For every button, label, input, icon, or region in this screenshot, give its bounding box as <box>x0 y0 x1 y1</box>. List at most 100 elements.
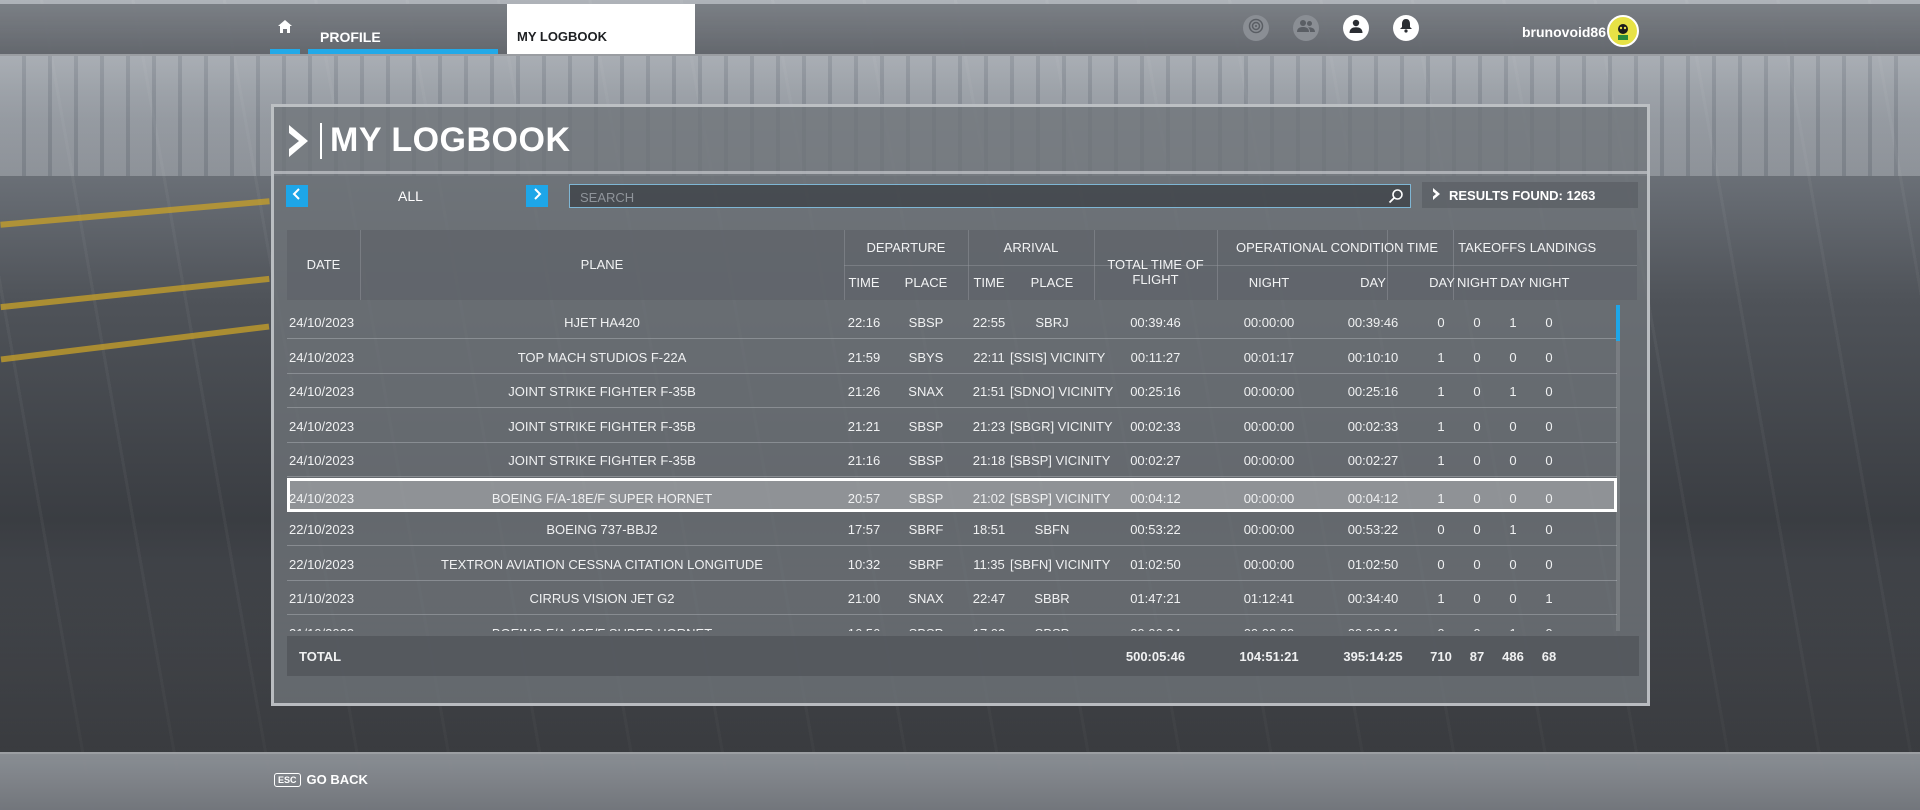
cell-to-day: 1 <box>1437 418 1445 434</box>
tab-profile[interactable]: PROFILE <box>308 4 498 54</box>
col-to-night[interactable]: NIGHT <box>1457 275 1497 290</box>
filter-prev-button[interactable] <box>286 185 308 207</box>
cell-dep-time: 10:32 <box>847 556 881 572</box>
cell-total: 00:11:27 <box>1130 349 1181 365</box>
cell-night: 00:01:17 <box>1243 349 1295 365</box>
cell-arr-place: [SBSP] VICINITY <box>1010 453 1111 468</box>
cell-date: 21/10/2023 <box>289 626 354 632</box>
table-row[interactable]: 22/10/2023 BOEING 737-BBJ2 17:57 SBRF 18:51 S… <box>287 512 1617 546</box>
tab-underline <box>308 49 498 54</box>
col-ld-day[interactable]: DAY <box>1497 275 1529 290</box>
search-input[interactable] <box>580 188 1360 206</box>
col-landings[interactable]: LANDINGS <box>1527 240 1599 255</box>
cell-dep-time: 20:57 <box>847 490 881 506</box>
cell-dep-time: 22:16 <box>847 315 881 330</box>
chevron-right-icon <box>286 122 314 160</box>
table-row[interactable]: 24/10/2023 JOINT STRIKE FIGHTER F-35B 21:2… <box>287 409 1617 443</box>
scrollbar-thumb[interactable] <box>1616 305 1620 341</box>
friends-button[interactable] <box>1293 15 1319 41</box>
cell-date: 24/10/2023 <box>289 315 355 330</box>
col-op-night[interactable]: NIGHT <box>1217 275 1321 290</box>
achievements-button[interactable] <box>1243 15 1269 41</box>
cell-dep-place: SNAX <box>908 384 944 399</box>
cell-day: 00:25:16 <box>1347 384 1399 399</box>
tab-logbook-label: MY LOGBOOK <box>517 29 608 44</box>
table-row[interactable]: 22/10/2023 TEXTRON AVIATION CESSNA CITATI… <box>287 547 1617 581</box>
esc-key-badge: ESC <box>274 772 301 787</box>
cell-plane: HJET HA420 <box>564 315 640 330</box>
footer-bar: ESC GO BACK <box>0 752 1920 810</box>
cell-ld-night: 0 <box>1545 490 1553 506</box>
col-to-day[interactable]: DAY <box>1427 275 1457 290</box>
target-icon <box>1248 18 1264 39</box>
bell-icon <box>1399 18 1413 38</box>
col-departure[interactable]: DEPARTURE <box>844 240 968 255</box>
col-op-condition[interactable]: OPERATIONAL CONDITION TIME <box>1217 240 1457 255</box>
home-button[interactable] <box>270 4 300 54</box>
cell-day: 00:02:33 <box>1347 418 1399 434</box>
cell-day: 00:53:22 <box>1347 522 1399 537</box>
col-total-time[interactable]: TOTAL TIME OF FLIGHT <box>1094 257 1217 287</box>
cell-arr-place: SBRJ <box>1035 315 1069 330</box>
search-icon[interactable] <box>1388 188 1404 209</box>
cell-night: 00:00:00 <box>1243 556 1295 572</box>
cell-plane: JOINT STRIKE FIGHTER F-35B <box>508 384 696 399</box>
col-op-day[interactable]: DAY <box>1321 275 1425 290</box>
col-arr-time[interactable]: TIME <box>968 275 1010 290</box>
cell-arr-place: SBSP <box>1010 626 1094 632</box>
table-row[interactable]: 24/10/2023 TOP MACH STUDIOS F-22A 21:59 SBY… <box>287 340 1617 374</box>
cell-arr-place: SBBR <box>1034 591 1070 606</box>
totals-label: TOTAL <box>299 649 342 664</box>
filter-value: ALL <box>398 188 423 204</box>
table-row[interactable]: 21/10/2023 CIRRUS VISION JET G2 21:00 SNAX 2… <box>287 581 1617 615</box>
notifications-button[interactable] <box>1393 15 1419 41</box>
cell-arr-place: [SBFN] VICINITY <box>1010 556 1111 572</box>
col-arrival[interactable]: ARRIVAL <box>968 240 1094 255</box>
cell-dep-place: SNAX <box>908 591 944 606</box>
table-row[interactable]: 24/10/2023 HJET HA420 22:16 SBSP 22:55 SBRJ 00… <box>287 305 1617 339</box>
totals-landings-night: 68 <box>1541 649 1557 664</box>
filter-next-button[interactable] <box>526 185 548 207</box>
cell-ld-day: 1 <box>1494 626 1532 632</box>
cell-to-day: 0 <box>1421 626 1461 632</box>
cell-ld-night: 0 <box>1545 349 1553 365</box>
col-plane[interactable]: PLANE <box>360 257 844 272</box>
col-ld-night[interactable]: NIGHT <box>1529 275 1569 290</box>
cell-to-night: 0 <box>1473 349 1481 365</box>
profile-button[interactable] <box>1343 15 1369 41</box>
cell-total: 00:02:33 <box>1130 418 1181 434</box>
cell-arr-time: 17:02 <box>968 626 1010 632</box>
cell-to-day: 0 <box>1437 522 1445 537</box>
cell-dep-time: 16:56 <box>844 626 884 632</box>
cell-night: 00:00:00 <box>1243 453 1295 468</box>
table-row[interactable]: 24/10/2023 JOINT STRIKE FIGHTER F-35B 21:2… <box>287 374 1617 408</box>
chevron-right-icon <box>1432 187 1449 203</box>
cell-ld-day: 0 <box>1509 556 1517 572</box>
tab-my-logbook[interactable]: MY LOGBOOK <box>507 4 695 54</box>
col-takeoffs[interactable]: TAKEOFFS <box>1457 240 1527 255</box>
cell-ld-night: 0 <box>1545 453 1553 468</box>
go-back-button[interactable]: ESC GO BACK <box>274 772 368 787</box>
col-arr-place[interactable]: PLACE <box>1010 275 1094 290</box>
col-dep-place[interactable]: PLACE <box>884 275 968 290</box>
table-row[interactable]: 24/10/2023 BOEING F/A-18E/F SUPER HORNET 2… <box>287 477 1617 512</box>
cell-to-night: 0 <box>1459 626 1495 632</box>
cell-date: 24/10/2023 <box>289 349 355 365</box>
cell-night: 00:00:00 <box>1243 384 1295 399</box>
col-date[interactable]: DATE <box>287 257 360 272</box>
cell-to-night: 0 <box>1473 522 1481 537</box>
cell-to-day: 1 <box>1437 384 1445 399</box>
cell-plane: CIRRUS VISION JET G2 <box>529 591 675 606</box>
cell-to-night: 0 <box>1473 418 1481 434</box>
cell-ld-night: 0 <box>1545 522 1553 537</box>
tab-underline <box>270 49 300 54</box>
col-dep-time[interactable]: TIME <box>844 275 884 290</box>
username[interactable]: brunovoid86 <box>1522 24 1606 40</box>
table-row[interactable]: 21/10/2023BOEING F/A-18E/F SUPER HORNET1… <box>287 616 1617 632</box>
cell-to-night: 0 <box>1473 453 1481 468</box>
cell-ld-night: 0 <box>1531 626 1567 632</box>
cell-ld-night: 1 <box>1545 591 1553 606</box>
table-row[interactable]: 24/10/2023 JOINT STRIKE FIGHTER F-35B 21:1… <box>287 443 1617 477</box>
scrollbar[interactable] <box>1616 305 1620 631</box>
avatar[interactable] <box>1607 15 1639 47</box>
